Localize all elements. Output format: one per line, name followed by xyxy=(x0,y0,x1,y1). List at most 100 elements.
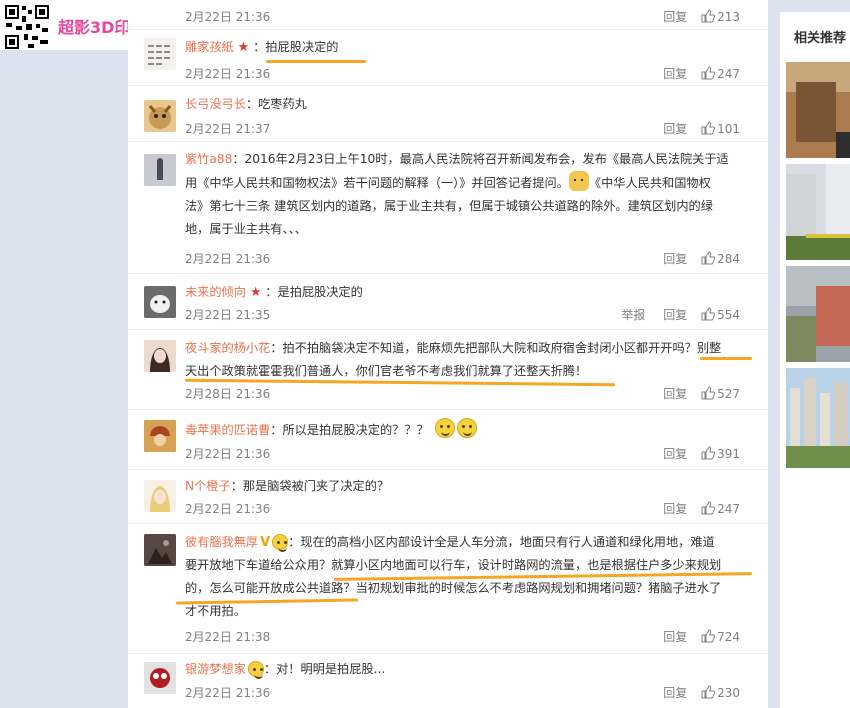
comment-text-line: ：2016年2月23日上午10时，最高人民法院将召开新闻发布会，发布《最高人民法… xyxy=(232,152,729,166)
thumbs-up-icon xyxy=(701,66,716,80)
like-count: 527 xyxy=(717,387,740,401)
comment-item: 未来的倾向 ★ ：是拍屁股决定的 2月22日 21:35 举报 回复 554 xyxy=(128,274,768,330)
thumbs-up-icon xyxy=(701,629,716,643)
like-count: 391 xyxy=(717,447,740,461)
like-count: 284 xyxy=(717,252,740,266)
comment-actions: 回复 213 xyxy=(649,8,740,25)
reply-button[interactable]: 回复 xyxy=(663,500,687,517)
reply-button[interactable]: 回复 xyxy=(663,65,687,82)
thumbs-up-icon xyxy=(701,121,716,135)
like-button[interactable]: 230 xyxy=(701,685,740,700)
comment-actions: 回复 284 xyxy=(649,250,740,267)
comment-feed: 2月22日 21:36 回复 213 雕家孩紙 ★ ：拍屁股决定的 2月22日 … xyxy=(128,0,768,708)
like-button[interactable]: 527 xyxy=(701,386,740,401)
comment-actions: 回复 230 xyxy=(649,684,740,701)
username-link[interactable]: 毒苹果的匹诺曹 xyxy=(185,423,270,437)
comment-actions: 回复 101 xyxy=(649,120,740,137)
username-link[interactable]: 未来的倾向 xyxy=(185,285,246,299)
reply-button[interactable]: 回复 xyxy=(663,628,687,645)
comment-text: ：是拍屁股决定的 xyxy=(265,285,363,299)
like-button[interactable]: 724 xyxy=(701,629,740,644)
reply-button[interactable]: 回复 xyxy=(663,8,687,25)
like-button[interactable]: 391 xyxy=(701,446,740,461)
reply-button[interactable]: 回复 xyxy=(663,120,687,137)
thumbs-up-icon xyxy=(701,446,716,460)
comment-text: ：吃枣药丸 xyxy=(245,97,307,111)
related-thumbnail[interactable] xyxy=(786,164,850,260)
comment-actions: 回复 724 xyxy=(649,628,740,645)
reply-button[interactable]: 回复 xyxy=(663,306,687,323)
comment-item: 银游梦想家 ：对！明明是拍屁股... 2月22日 21:36 回复 230 xyxy=(128,654,768,708)
comment-actions: 回复 391 xyxy=(649,445,740,462)
like-count: 101 xyxy=(717,122,740,136)
reply-button[interactable]: 回复 xyxy=(663,385,687,402)
comment-actions: 回复 527 xyxy=(649,385,740,402)
like-button[interactable]: 554 xyxy=(701,307,740,322)
comment-body: 未来的倾向 ★ ：是拍屁股决定的 xyxy=(185,281,745,304)
avatar[interactable] xyxy=(144,154,176,186)
comment-item: 紫竹a88：2016年2月23日上午10时，最高人民法院将召开新闻发布会，发布《… xyxy=(128,142,768,274)
doge-emoji-icon xyxy=(568,171,589,191)
star-badge-icon: ★ xyxy=(237,40,250,55)
comment-actions: 回复 247 xyxy=(649,500,740,517)
username-link[interactable]: 彼有腦我無厚 xyxy=(185,535,258,549)
comment-body: 银游梦想家 ：对！明明是拍屁股... xyxy=(185,658,745,681)
thumbs-up-icon xyxy=(701,685,716,699)
username-link[interactable]: 夜斗家的杨小花 xyxy=(185,341,270,355)
comment-text-line: 地，属于业主共有、、、 xyxy=(185,222,307,236)
username-link[interactable]: 紫竹a88 xyxy=(185,152,232,166)
reply-button[interactable]: 回复 xyxy=(663,445,687,462)
related-thumbnail[interactable] xyxy=(786,368,850,468)
like-button[interactable]: 247 xyxy=(701,66,740,81)
comment-time: 2月22日 21:35 xyxy=(185,308,271,322)
report-button[interactable]: 举报 xyxy=(621,306,645,323)
like-button[interactable]: 284 xyxy=(701,251,740,266)
comment-body: N个橙子：那是脑袋被门夹了决定的？ xyxy=(185,475,745,498)
reply-button[interactable]: 回复 xyxy=(663,684,687,701)
comment-item: N个橙子：那是脑袋被门夹了决定的？ 2月22日 21:36 回复 247 xyxy=(128,470,768,524)
comment-time: 2月22日 21:36 xyxy=(185,686,271,700)
comment-body: 长弓没弓长：吃枣药丸 xyxy=(185,93,745,116)
like-button[interactable]: 247 xyxy=(701,501,740,516)
username-link[interactable]: 银游梦想家 xyxy=(185,662,246,676)
avatar[interactable] xyxy=(144,38,176,70)
verified-v-icon: V xyxy=(260,535,271,550)
like-count: 554 xyxy=(717,308,740,322)
like-button[interactable]: 213 xyxy=(701,9,740,24)
thumbs-up-icon xyxy=(701,9,716,23)
related-thumbnail[interactable] xyxy=(786,62,850,158)
related-thumbnail[interactable] xyxy=(786,266,850,362)
reply-button[interactable]: 回复 xyxy=(663,250,687,267)
avatar[interactable] xyxy=(144,100,176,132)
comment-text: ：所以是拍屁股决定的？？？ xyxy=(270,423,429,437)
username-link[interactable]: 雕家孩紙 xyxy=(185,40,234,54)
like-button[interactable]: 101 xyxy=(701,121,740,136)
comment-text-line: 的，怎么可能开放成公共道路？当初规划审批的时候怎么不考虑路网规划和拥堵问题？猪脑… xyxy=(185,581,722,595)
comment-text: ：对！明明是拍屁股... xyxy=(263,662,386,676)
avatar[interactable] xyxy=(144,420,176,452)
comment-time: 2月22日 21:36 xyxy=(185,10,271,24)
avatar[interactable] xyxy=(144,286,176,318)
thumbs-up-icon xyxy=(701,386,716,400)
comment-actions: 回复 247 xyxy=(649,65,740,82)
comment-time: 2月22日 21:38 xyxy=(185,630,271,644)
comment-item: 彼有腦我無厚 V ：现在的高档小区内部设计全是人车分流，地面只有行人通道和绿化用地，… xyxy=(128,524,768,654)
avatar[interactable] xyxy=(144,480,176,512)
like-count: 724 xyxy=(717,630,740,644)
comment-time: 2月22日 21:36 xyxy=(185,447,271,461)
avatar[interactable] xyxy=(144,662,176,694)
comment-body: 雕家孩紙 ★ ：拍屁股决定的 xyxy=(185,36,745,59)
comment-body: 毒苹果的匹诺曹：所以是拍屁股决定的？？？ xyxy=(185,418,745,442)
comment-text-line: 法》第七十三条 建筑区划内的道路，属于业主共有，但属于城镇公共道路的除外。建筑区… xyxy=(185,199,713,213)
username-link[interactable]: N个橙子 xyxy=(185,479,231,493)
username-link[interactable]: 长弓没弓长 xyxy=(185,97,246,111)
comment-text: ：那是脑袋被门夹了决定的？ xyxy=(230,479,390,493)
avatar[interactable] xyxy=(144,534,176,566)
comment-item: 毒苹果的匹诺曹：所以是拍屁股决定的？？？ 2月22日 21:36 回复 391 xyxy=(128,410,768,470)
qr-code-icon xyxy=(4,4,50,50)
smile-emoji-icon xyxy=(456,418,477,438)
member-crown-icon xyxy=(272,534,289,552)
avatar[interactable] xyxy=(144,340,176,372)
highlight-underline xyxy=(266,60,366,63)
comment-item: 雕家孩紙 ★ ：拍屁股决定的 2月22日 21:36 回复 247 xyxy=(128,30,768,86)
